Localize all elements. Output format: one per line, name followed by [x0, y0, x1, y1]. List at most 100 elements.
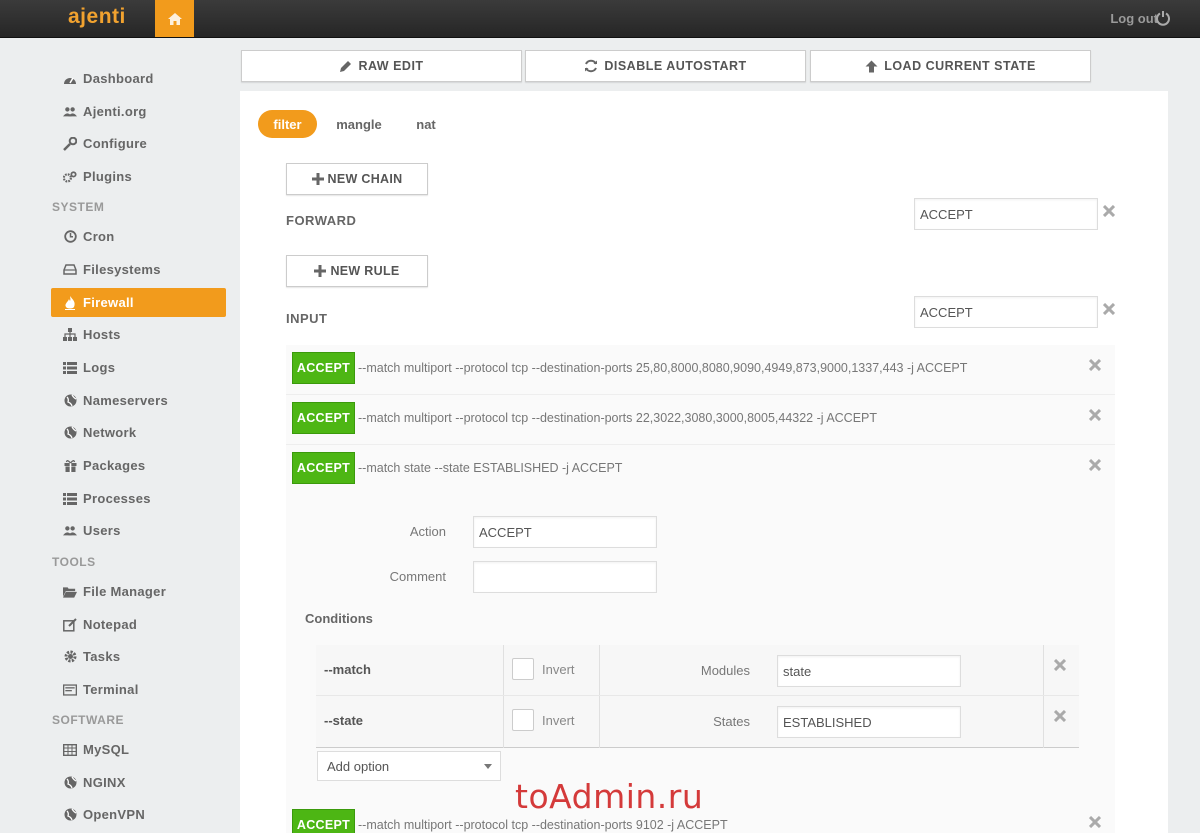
sidebar-item-network[interactable]: Network — [51, 418, 226, 447]
condition-field-label: Modules — [700, 663, 750, 678]
states-input[interactable]: ESTABLISHED — [777, 706, 961, 738]
sidebar-item-label: Configure — [83, 136, 148, 151]
close-icon[interactable] — [1103, 205, 1115, 217]
gift-icon — [63, 459, 77, 473]
add-option-select[interactable]: Add option — [317, 751, 501, 781]
sidebar-item-processes[interactable]: Processes — [51, 484, 226, 513]
rule-action-badge[interactable]: ACCEPT — [292, 452, 355, 484]
home-button[interactable] — [155, 0, 194, 37]
rule-action-badge[interactable]: ACCEPT — [292, 809, 355, 833]
raw-edit-button[interactable]: RAW EDIT — [241, 50, 522, 82]
sidebar-item-packages[interactable]: Packages — [51, 451, 226, 480]
power-icon[interactable] — [1156, 10, 1170, 26]
comment-input[interactable] — [473, 561, 657, 593]
invert-checkbox[interactable] — [512, 709, 534, 731]
sidebar-item-cron[interactable]: Cron — [51, 222, 226, 251]
invert-label: Invert — [542, 662, 575, 677]
tab-nat[interactable]: nat — [406, 110, 446, 138]
cogs-icon — [63, 170, 77, 184]
sidebar-item-hosts[interactable]: Hosts — [51, 320, 226, 349]
close-icon[interactable] — [1089, 816, 1101, 828]
new-chain-label: NEW CHAIN — [327, 172, 403, 186]
pencil-icon — [340, 60, 352, 72]
table-icon — [63, 743, 77, 757]
sidebar-item-label: NGINX — [83, 775, 126, 790]
section-label-system: SYSTEM — [52, 200, 105, 214]
brand-logo[interactable]: ajenti — [68, 5, 126, 29]
sidebar-item-dashboard[interactable]: Dashboard — [51, 64, 226, 93]
fire-icon — [63, 295, 77, 310]
plus-icon — [314, 265, 327, 277]
chevron-down-icon — [484, 764, 492, 769]
action-input[interactable]: ACCEPT — [473, 516, 657, 548]
sidebar-item-label: Hosts — [83, 327, 121, 342]
sidebar-item-ajenti-org[interactable]: Ajenti.org — [51, 97, 226, 126]
sidebar-item-configure[interactable]: Configure — [51, 129, 226, 158]
sidebar-item-tasks[interactable]: Tasks — [51, 642, 226, 671]
modules-input[interactable]: state — [777, 655, 961, 687]
folder-icon — [63, 585, 77, 599]
sidebar-item-label: Packages — [83, 458, 146, 473]
sidebar-item-openvpn[interactable]: OpenVPN — [51, 800, 226, 829]
rule-action-badge[interactable]: ACCEPT — [292, 402, 355, 434]
sidebar-item-label: Logs — [83, 360, 116, 375]
sidebar-item-logs[interactable]: Logs — [51, 353, 226, 382]
close-icon[interactable] — [1103, 303, 1115, 315]
sidebar-item-mysql[interactable]: MySQL — [51, 735, 226, 764]
close-icon[interactable] — [1089, 409, 1101, 421]
sidebar-item-nginx[interactable]: NGINX — [51, 768, 226, 797]
close-icon[interactable] — [1089, 459, 1101, 471]
arrow-up-icon — [865, 60, 878, 72]
sidebar-item-label: Processes — [83, 491, 151, 506]
raw-edit-label: RAW EDIT — [358, 59, 424, 73]
comment-label: Comment — [389, 569, 446, 584]
sidebar-item-notepad[interactable]: Notepad — [51, 610, 226, 639]
list-icon — [63, 361, 77, 375]
close-icon[interactable] — [1054, 710, 1066, 722]
load-current-state-button[interactable]: LOAD CURRENT STATE — [810, 50, 1091, 82]
users-icon — [63, 105, 77, 119]
condition-name: --state — [324, 713, 364, 728]
sidebar-item-label: Firewall — [83, 295, 134, 310]
globe-icon — [63, 426, 77, 440]
sidebar-item-plugins[interactable]: Plugins — [51, 162, 226, 191]
forward-policy-input[interactable]: ACCEPT — [914, 198, 1098, 230]
tab-mangle[interactable]: mangle — [326, 110, 392, 138]
rule-text: --match multiport --protocol tcp --desti… — [358, 818, 728, 832]
section-label-software: SOFTWARE — [52, 713, 124, 727]
rule-row[interactable]: ACCEPT --match state --state ESTABLISHED… — [286, 445, 1115, 495]
dashboard-icon — [63, 72, 77, 86]
invert-checkbox[interactable] — [512, 658, 534, 680]
sidebar-item-filesystems[interactable]: Filesystems — [51, 255, 226, 284]
logout-link[interactable]: Log out — [1110, 11, 1158, 26]
sidebar-item-terminal[interactable]: Terminal — [51, 675, 226, 704]
rule-action-badge[interactable]: ACCEPT — [292, 352, 355, 384]
invert-label: Invert — [542, 713, 575, 728]
rule-row[interactable]: ACCEPT --match multiport --protocol tcp … — [286, 345, 1115, 395]
sidebar-item-label: OpenVPN — [83, 807, 146, 822]
add-option-label: Add option — [327, 758, 390, 774]
new-rule-button[interactable]: NEW RULE — [286, 255, 428, 287]
sidebar-item-users[interactable]: Users — [51, 516, 226, 545]
sidebar-item-label: Notepad — [83, 617, 138, 632]
clock-icon — [63, 230, 77, 244]
disable-autostart-button[interactable]: DISABLE AUTOSTART — [525, 50, 806, 82]
action-label: Action — [409, 524, 446, 539]
input-policy-input[interactable]: ACCEPT — [914, 296, 1098, 328]
refresh-icon — [585, 59, 598, 73]
sidebar-item-firewall[interactable]: Firewall — [51, 288, 226, 317]
rule-row[interactable]: ACCEPT --match multiport --protocol tcp … — [286, 395, 1115, 445]
tab-filter[interactable]: filter — [258, 110, 317, 138]
edit-icon — [63, 617, 77, 632]
sidebar-item-label: Tasks — [83, 649, 121, 664]
sidebar-item-label: Users — [83, 523, 121, 538]
sidebar-item-nameservers[interactable]: Nameservers — [51, 386, 226, 415]
load-current-state-label: LOAD CURRENT STATE — [884, 59, 1036, 73]
terminal-icon — [63, 683, 77, 697]
section-label-tools: TOOLS — [52, 555, 96, 569]
new-chain-button[interactable]: NEW CHAIN — [286, 163, 428, 195]
close-icon[interactable] — [1089, 359, 1101, 371]
close-icon[interactable] — [1054, 659, 1066, 671]
condition-name: --match — [324, 662, 371, 677]
sidebar-item-file-manager[interactable]: File Manager — [51, 577, 226, 606]
